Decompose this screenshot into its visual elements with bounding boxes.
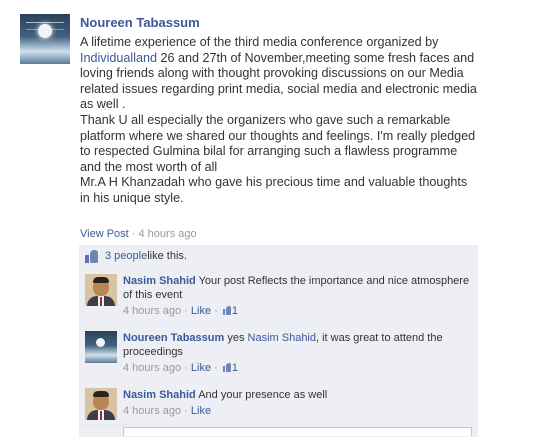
post-avatar[interactable]	[20, 14, 70, 64]
comment-item: Nasim Shahid Your post Reflects the impo…	[79, 268, 478, 325]
individualland-link[interactable]: Individualland	[80, 51, 157, 65]
meta-separator: ·	[128, 228, 139, 240]
comment-timestamp[interactable]: 4 hours ago	[123, 305, 181, 317]
view-post-link[interactable]: View Post	[80, 228, 129, 240]
like-comment-link[interactable]: Like	[191, 405, 211, 417]
post-timestamp[interactable]: 4 hours ago	[139, 228, 197, 240]
comment-input[interactable]	[123, 427, 472, 436]
comment-meta: 4 hours ago · Like · 1	[123, 362, 238, 374]
like-comment-link[interactable]: Like	[191, 362, 211, 374]
thumbs-up-icon	[85, 249, 99, 263]
commenter-avatar[interactable]	[85, 274, 117, 306]
comment-timestamp[interactable]: 4 hours ago	[123, 362, 181, 374]
comment-like-count[interactable]: 1	[232, 305, 238, 317]
commenter-avatar[interactable]	[85, 388, 117, 420]
post-meta: View Post · 4 hours ago	[80, 228, 197, 240]
comment-timestamp[interactable]: 4 hours ago	[123, 405, 181, 417]
comment-meta: 4 hours ago · Like · 1	[123, 305, 238, 317]
like-comment-link[interactable]: Like	[191, 305, 211, 317]
post-author-name[interactable]: Noureen Tabassum	[80, 15, 200, 30]
likes-row: 3 people like this.	[79, 245, 478, 268]
likes-suffix: like this.	[147, 250, 187, 262]
feedback-panel: 3 people like this. Nasim Shahid Your po…	[79, 245, 478, 437]
comment-like-count[interactable]: 1	[232, 362, 238, 374]
mention-link[interactable]: Nasim Shahid	[248, 332, 316, 344]
comment-author-link[interactable]: Noureen Tabassum	[123, 332, 224, 344]
post-text-intro: A lifetime experience of the third media…	[80, 35, 439, 49]
commenter-avatar[interactable]	[85, 331, 117, 363]
post-text-main: 26 and 27th of November,meeting some fre…	[80, 50, 477, 205]
comment-text: yes	[224, 332, 248, 344]
write-comment-row	[79, 427, 478, 437]
comment-item: Nasim Shahid And your presence as well 4…	[79, 382, 478, 425]
comment-author-link[interactable]: Nasim Shahid	[123, 389, 196, 401]
moon-icon	[38, 24, 52, 38]
like-count-icon	[222, 363, 231, 372]
comment-meta: 4 hours ago · Like	[123, 405, 212, 417]
like-count-icon	[222, 306, 231, 315]
post-message: A lifetime experience of the third media…	[80, 35, 480, 207]
comment-author-link[interactable]: Nasim Shahid	[123, 275, 196, 287]
likers-link[interactable]: 3 people	[105, 250, 147, 262]
comment-item: Noureen Tabassum yes Nasim Shahid, it wa…	[79, 325, 478, 382]
comment-text: And your presence as well	[195, 389, 328, 401]
